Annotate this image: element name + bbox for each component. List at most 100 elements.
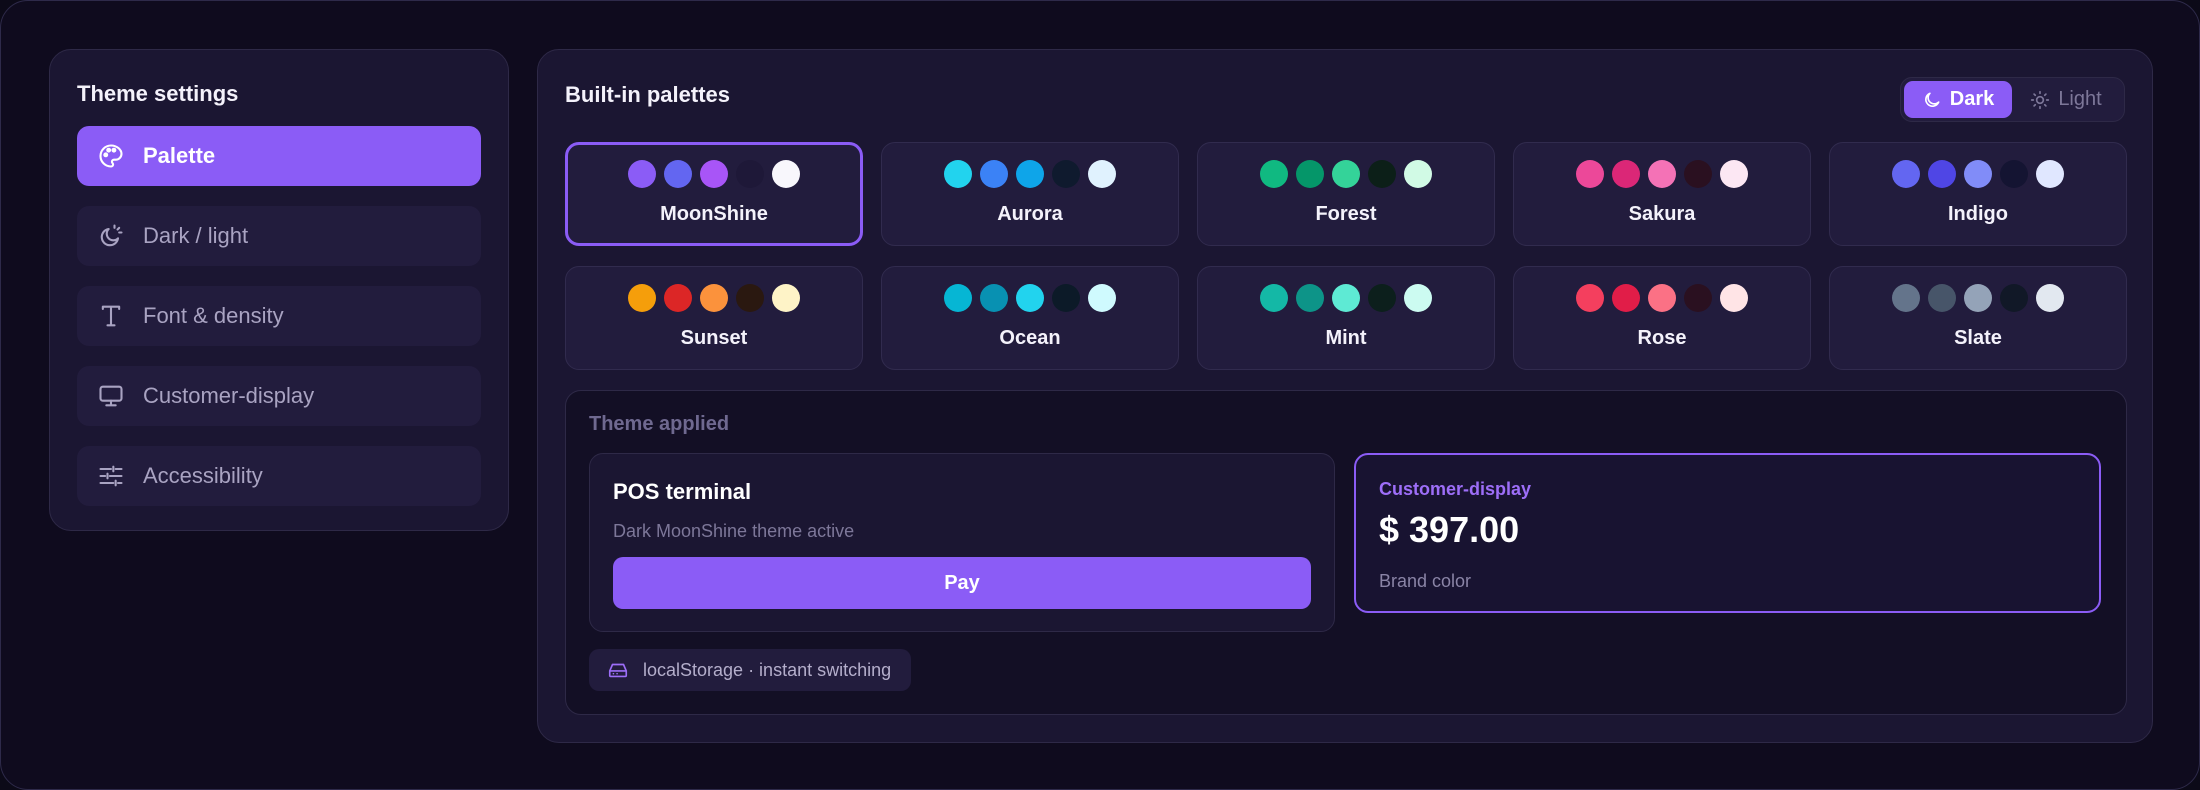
- color-swatch: [1964, 160, 1992, 188]
- sidebar-item-label: Font & density: [143, 303, 284, 328]
- color-swatch: [1052, 160, 1080, 188]
- color-swatch: [2036, 284, 2064, 312]
- color-swatch: [1332, 160, 1360, 188]
- color-swatch: [980, 160, 1008, 188]
- color-swatch: [1404, 284, 1432, 312]
- color-swatch: [628, 284, 656, 312]
- color-swatch: [1368, 160, 1396, 188]
- color-swatch: [736, 160, 764, 188]
- color-swatch: [772, 284, 800, 312]
- palette-card-aurora[interactable]: Aurora: [881, 142, 1179, 246]
- sun-icon: [2031, 90, 2050, 109]
- sidebar-item-label: Accessibility: [143, 463, 263, 488]
- palette-card-sakura[interactable]: Sakura: [1513, 142, 1811, 246]
- color-swatch: [1684, 160, 1712, 188]
- color-swatch: [1260, 160, 1288, 188]
- color-swatch: [772, 160, 800, 188]
- pay-button[interactable]: Pay: [613, 557, 1311, 609]
- palette-name: Ocean: [999, 327, 1061, 349]
- color-swatch: [1368, 284, 1396, 312]
- pos-terminal-preview: POS terminal Dark MoonShine theme active…: [589, 453, 1335, 632]
- sidebar-title: Theme settings: [77, 81, 239, 106]
- palette-swatches: [568, 160, 860, 188]
- color-swatch: [1296, 160, 1324, 188]
- dark-mode-label: Dark: [1949, 88, 1995, 110]
- palette-swatches: [1830, 160, 2126, 188]
- color-swatch: [1088, 160, 1116, 188]
- palette-card-forest[interactable]: Forest: [1197, 142, 1495, 246]
- color-swatch: [1052, 284, 1080, 312]
- palette-name: Slate: [1954, 327, 2002, 349]
- sidebar-item-label: Palette: [143, 143, 216, 168]
- palette-name: Mint: [1325, 327, 1367, 349]
- color-swatch: [944, 284, 972, 312]
- sidebar-item-accessibility[interactable]: Accessibility: [77, 446, 481, 506]
- pos-title: POS terminal: [613, 479, 752, 504]
- palette-swatches: [882, 160, 1178, 188]
- sidebar-item-palette[interactable]: Palette: [77, 126, 481, 186]
- color-swatch: [664, 284, 692, 312]
- storage-badge: localStorage · instant switching: [589, 649, 912, 691]
- customer-display-preview: Customer-display $ 397.00 Brand color: [1354, 453, 2101, 613]
- sidebar-item-customer-display[interactable]: Customer-display: [77, 366, 481, 426]
- palette-card-rose[interactable]: Rose: [1513, 266, 1811, 370]
- type-icon: [97, 302, 125, 330]
- sliders-icon: [97, 462, 125, 490]
- color-swatch: [1016, 284, 1044, 312]
- color-swatch: [700, 284, 728, 312]
- customer-display-subtitle: Brand color: [1379, 571, 1472, 591]
- light-mode-label: Light: [2058, 88, 2102, 110]
- palette-card-ocean[interactable]: Ocean: [881, 266, 1179, 370]
- color-swatch: [1684, 284, 1712, 312]
- color-swatch: [2000, 160, 2028, 188]
- palette-name: Sakura: [1628, 203, 1696, 225]
- color-swatch: [1576, 160, 1604, 188]
- light-mode-button[interactable]: Light: [2012, 81, 2120, 118]
- applied-title: Theme applied: [589, 413, 730, 435]
- customer-display-amount: $ 397.00: [1379, 509, 1520, 550]
- color-swatch: [1720, 284, 1748, 312]
- color-swatch: [2000, 284, 2028, 312]
- color-swatch: [1296, 284, 1324, 312]
- moon-sun-icon: [97, 222, 125, 250]
- color-swatch: [628, 160, 656, 188]
- sidebar-item-font-density[interactable]: Font & density: [77, 286, 481, 346]
- color-swatch: [1892, 160, 1920, 188]
- dark-mode-button[interactable]: Dark: [1904, 81, 2012, 118]
- hard-drive-icon: [608, 663, 628, 678]
- pos-subtitle: Dark MoonShine theme active: [613, 521, 855, 541]
- color-swatch: [1648, 160, 1676, 188]
- palette-card-moonshine[interactable]: MoonShine: [565, 142, 863, 246]
- color-swatch: [1648, 284, 1676, 312]
- customer-display-label: Customer-display: [1379, 479, 1532, 499]
- mode-toggle: Dark Light: [1900, 77, 2125, 122]
- moon-icon: [1924, 92, 1940, 107]
- palette-name: Rose: [1637, 327, 1687, 349]
- theme-settings-sidebar: Theme settings Palette Dark / light Font…: [49, 49, 509, 531]
- sidebar-item-dark-light[interactable]: Dark / light: [77, 206, 481, 266]
- palette-card-mint[interactable]: Mint: [1197, 266, 1495, 370]
- color-swatch: [1576, 284, 1604, 312]
- palette-card-sunset[interactable]: Sunset: [565, 266, 863, 370]
- color-swatch: [1612, 160, 1640, 188]
- palette-name: Forest: [1315, 203, 1377, 225]
- color-swatch: [664, 160, 692, 188]
- panel-title: Built-in palettes: [565, 82, 731, 107]
- palette-name: Aurora: [997, 203, 1063, 225]
- color-swatch: [944, 160, 972, 188]
- color-swatch: [1928, 160, 1956, 188]
- color-swatch: [980, 284, 1008, 312]
- theme-applied-section: Theme applied POS terminal Dark MoonShin…: [565, 390, 2127, 715]
- color-swatch: [1260, 284, 1288, 312]
- app-window: Theme settings Palette Dark / light Font…: [0, 0, 2200, 790]
- monitor-icon: [97, 382, 125, 410]
- palette-swatches: [1830, 284, 2126, 312]
- palette-name: MoonShine: [660, 203, 768, 225]
- palette-card-slate[interactable]: Slate: [1829, 266, 2127, 370]
- sidebar-item-label: Customer-display: [143, 383, 315, 408]
- color-swatch: [1404, 160, 1432, 188]
- palette-swatches: [566, 284, 862, 312]
- color-swatch: [1892, 284, 1920, 312]
- color-swatch: [1928, 284, 1956, 312]
- palette-card-indigo[interactable]: Indigo: [1829, 142, 2127, 246]
